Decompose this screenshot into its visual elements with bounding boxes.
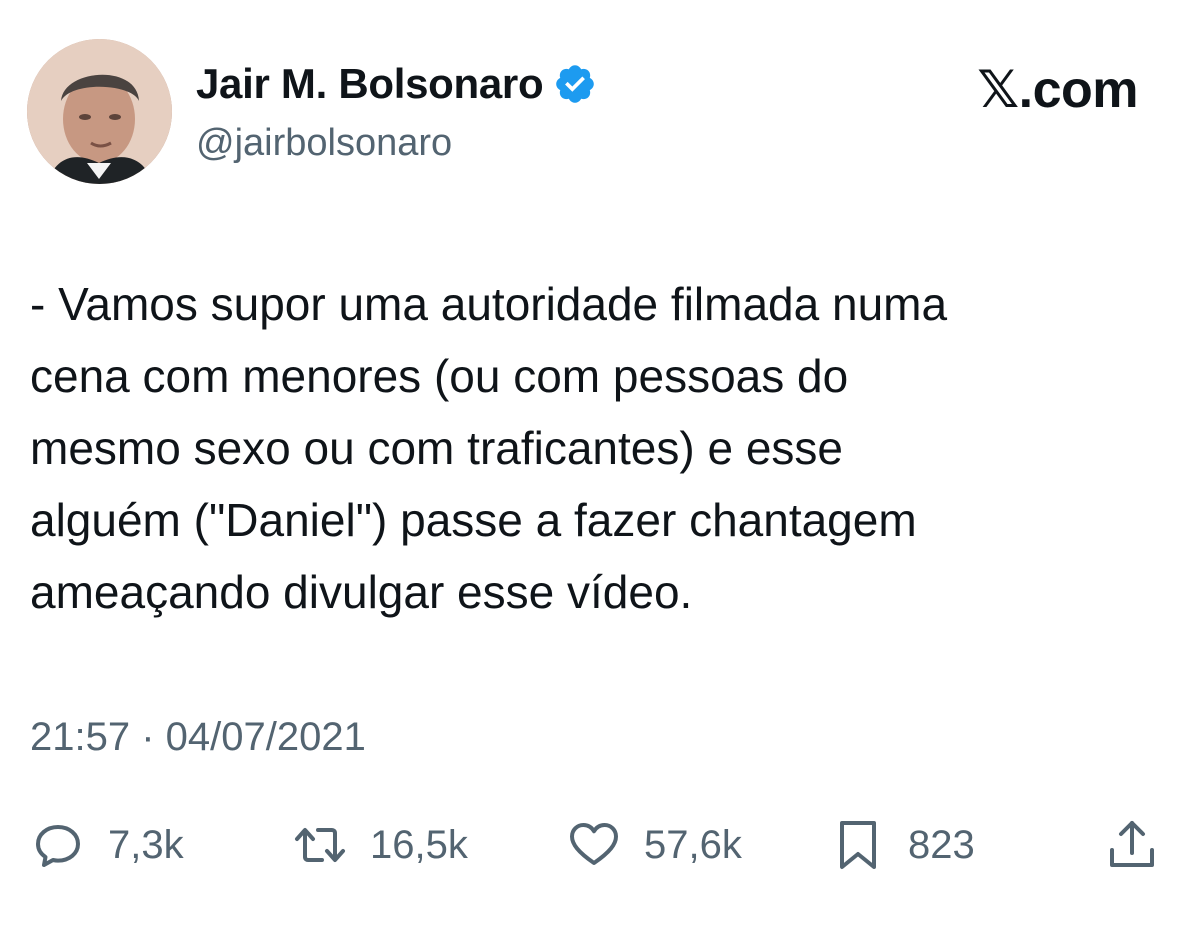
tweet-actions-bar: 7,3k 16,5k 57,6k 823 <box>30 815 1170 875</box>
tweet-text: - Vamos supor uma autoridade filmada num… <box>30 278 948 618</box>
bookmark-icon <box>830 817 886 873</box>
tweet-timestamp[interactable]: 21:57 · 04/07/2021 <box>30 715 366 760</box>
like-button[interactable]: 57,6k <box>566 815 742 875</box>
verified-badge-icon <box>553 62 597 106</box>
author-display-name[interactable]: Jair M. Bolsonaro <box>196 60 544 108</box>
repost-button[interactable]: 16,5k <box>292 815 468 875</box>
share-button[interactable] <box>1104 815 1160 875</box>
reply-button[interactable]: 7,3k <box>30 815 184 875</box>
repost-icon <box>292 817 348 873</box>
repost-count: 16,5k <box>370 822 468 867</box>
share-icon <box>1104 817 1160 873</box>
reply-icon <box>30 817 86 873</box>
avatar-portrait <box>27 39 172 184</box>
bookmark-count: 823 <box>908 822 975 867</box>
tweet-card: Jair M. Bolsonaro @jairbolsonaro 𝕏.com -… <box>0 0 1200 932</box>
author-name-row: Jair M. Bolsonaro <box>196 58 597 110</box>
x-brand-logo: 𝕏.com <box>977 61 1138 119</box>
like-count: 57,6k <box>644 822 742 867</box>
reply-count: 7,3k <box>108 822 184 867</box>
heart-icon <box>566 817 622 873</box>
author-handle[interactable]: @jairbolsonaro <box>196 122 452 165</box>
bookmark-button[interactable]: 823 <box>830 815 975 875</box>
avatar[interactable] <box>27 39 172 184</box>
